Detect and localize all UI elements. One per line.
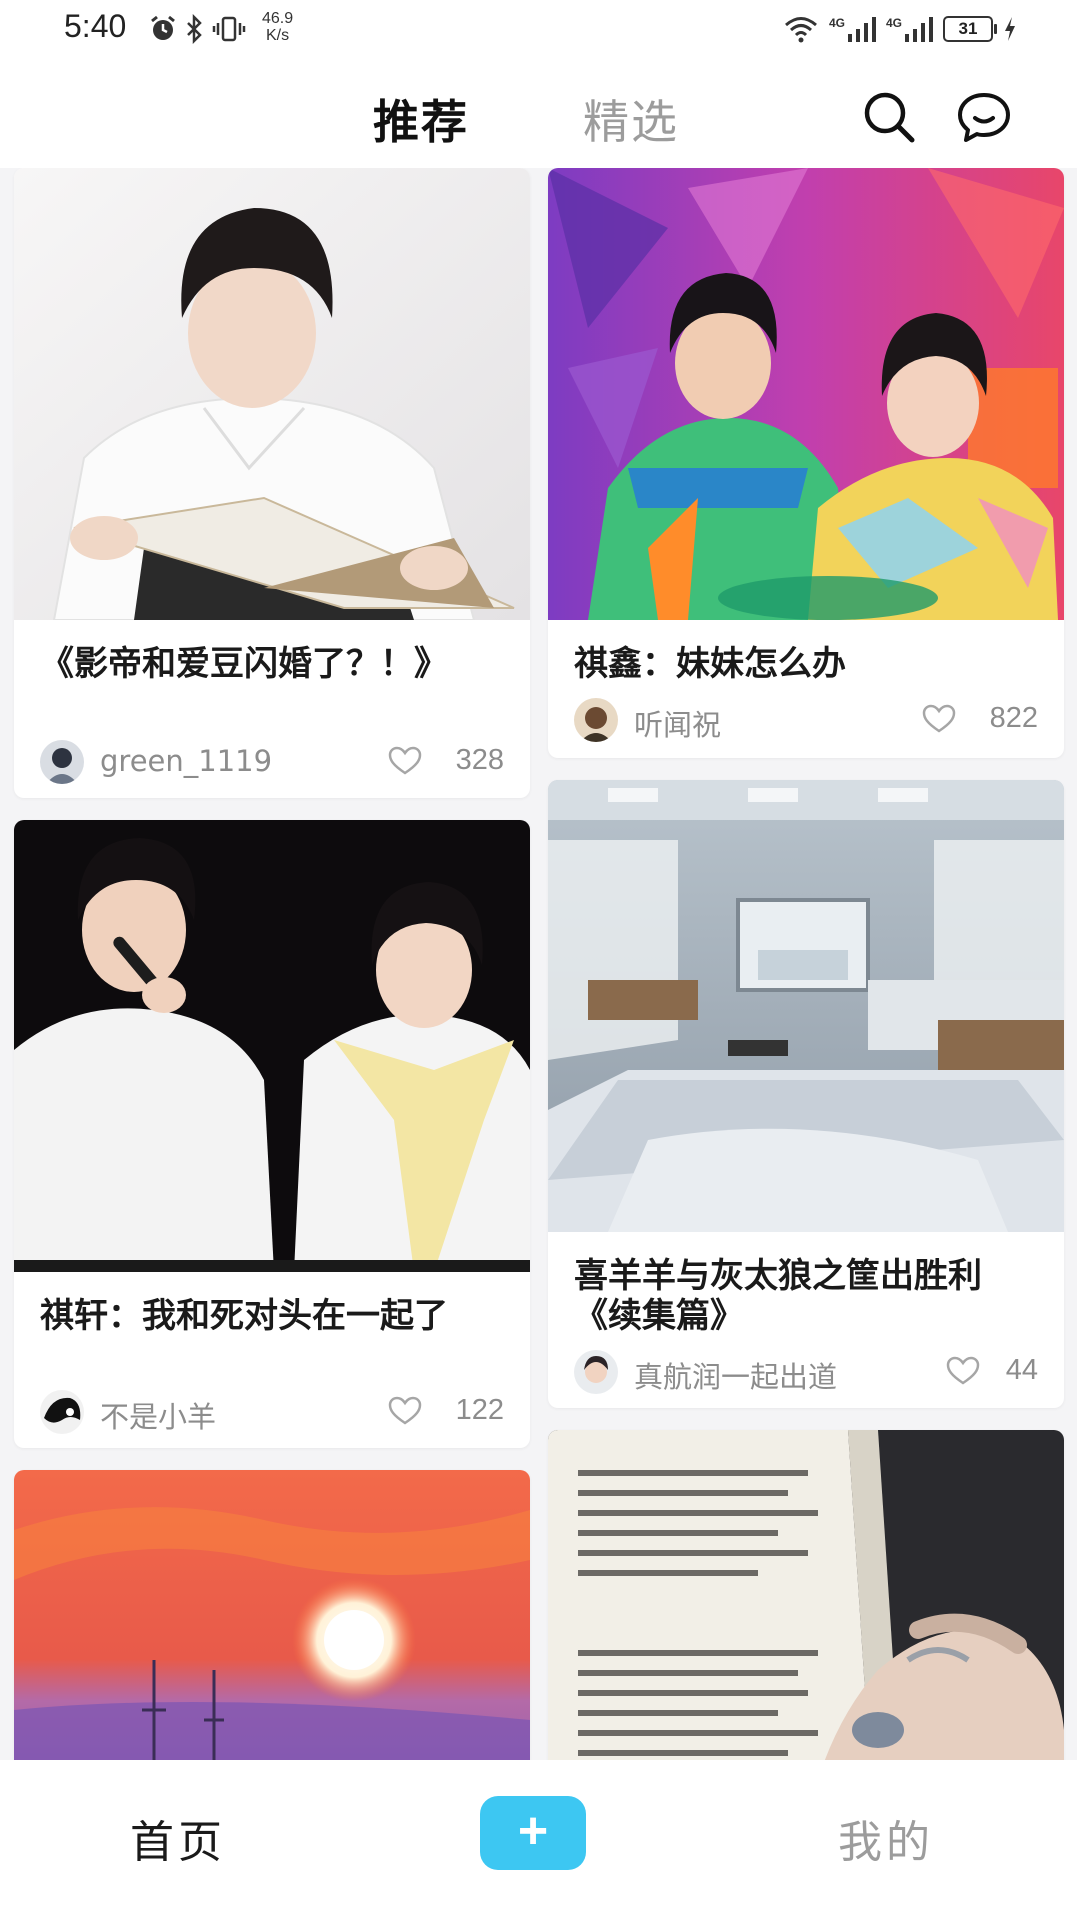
signal-1-label: 4G — [828, 16, 845, 30]
card-image — [14, 820, 530, 1272]
feed-card[interactable]: 祺轩：我和死对头在一起了 不是小羊 122 — [14, 820, 530, 1448]
feed-card[interactable]: 祺鑫：妹妹怎么办 听闻祝 822 — [548, 168, 1064, 758]
avatar[interactable] — [40, 740, 84, 784]
card-image-illustration — [548, 780, 1064, 1232]
bluetooth-icon — [187, 14, 202, 44]
like-count: 122 — [455, 1394, 504, 1426]
author-name[interactable]: 不是小羊 — [100, 1394, 216, 1436]
heart-icon[interactable] — [388, 1396, 422, 1426]
nav-mine[interactable]: 我的 — [838, 1806, 934, 1870]
card-image-illustration — [14, 168, 530, 620]
network-speed-unit: K/s — [266, 27, 290, 44]
signal-bars-icon — [905, 17, 933, 42]
card-title: 喜羊羊与灰太狼之筐出胜利《续集篇》 — [574, 1256, 982, 1336]
feed-card[interactable] — [14, 1470, 530, 1760]
top-nav: 推荐 精选 — [0, 60, 1077, 168]
battery-indicator: 31 — [943, 16, 997, 42]
avatar[interactable] — [574, 698, 618, 742]
signal-bars-icon — [847, 17, 876, 42]
tab-recommend[interactable]: 推荐 — [373, 86, 469, 152]
author-name[interactable]: green_1119 — [100, 744, 272, 778]
card-meta: 真航润一起出道 44 — [574, 1348, 1038, 1394]
like-count: 44 — [1005, 1354, 1038, 1386]
charging-icon — [1005, 17, 1015, 41]
vibrate-icon — [212, 16, 246, 42]
heart-icon[interactable] — [922, 704, 956, 734]
card-image — [548, 780, 1064, 1232]
status-time: 5:40 — [64, 8, 127, 44]
heart-icon[interactable] — [388, 746, 422, 776]
feed: 《影帝和爱豆闪婚了？！》 green_1119 328 祺鑫：妹妹怎么办 听闻祝… — [0, 168, 1077, 1760]
heart-icon[interactable] — [946, 1356, 980, 1386]
tab-featured[interactable]: 精选 — [583, 86, 679, 152]
network-speed: 46.9 K/s — [262, 10, 293, 44]
card-title: 《影帝和爱豆闪婚了？！》 — [40, 644, 448, 684]
signal-2: 4G — [886, 16, 933, 42]
card-meta: 听闻祝 822 — [574, 696, 1038, 742]
card-image-illustration — [548, 168, 1064, 620]
bottom-nav: 首页 + 我的 — [0, 1760, 1077, 1917]
feed-card[interactable]: 《影帝和爱豆闪婚了？！》 green_1119 328 — [14, 168, 530, 798]
nav-home[interactable]: 首页 — [130, 1806, 226, 1870]
avatar[interactable] — [40, 1390, 84, 1434]
signal-1: 4G — [829, 16, 876, 42]
signal-2-label: 4G — [885, 16, 902, 30]
feed-card[interactable] — [548, 1430, 1064, 1760]
feed-card[interactable]: 喜羊羊与灰太狼之筐出胜利《续集篇》 真航润一起出道 44 — [548, 780, 1064, 1408]
status-bar: 5:40 46.9 K/s 4G 4G 31 — [0, 0, 1077, 60]
search-icon[interactable] — [860, 88, 918, 146]
card-title: 祺鑫：妹妹怎么办 — [574, 644, 846, 684]
card-image-illustration — [548, 1430, 1064, 1760]
like-count: 822 — [989, 702, 1038, 734]
avatar[interactable] — [574, 1350, 618, 1394]
card-image — [548, 168, 1064, 620]
card-image — [14, 1470, 530, 1760]
network-speed-value: 46.9 — [262, 10, 294, 27]
author-name[interactable]: 真航润一起出道 — [634, 1354, 837, 1396]
card-meta: green_1119 328 — [40, 738, 504, 784]
message-icon[interactable] — [955, 88, 1013, 146]
card-image — [14, 168, 530, 620]
author-name[interactable]: 听闻祝 — [634, 702, 721, 744]
card-title: 祺轩：我和死对头在一起了 — [40, 1296, 448, 1336]
add-post-button[interactable]: + — [480, 1796, 586, 1870]
card-image-illustration — [14, 1470, 530, 1760]
alarm-icon — [151, 15, 175, 40]
like-count: 328 — [455, 744, 504, 776]
wifi-icon — [784, 17, 817, 43]
card-meta: 不是小羊 122 — [40, 1388, 504, 1434]
card-image-illustration — [14, 820, 530, 1272]
card-image — [548, 1430, 1064, 1760]
